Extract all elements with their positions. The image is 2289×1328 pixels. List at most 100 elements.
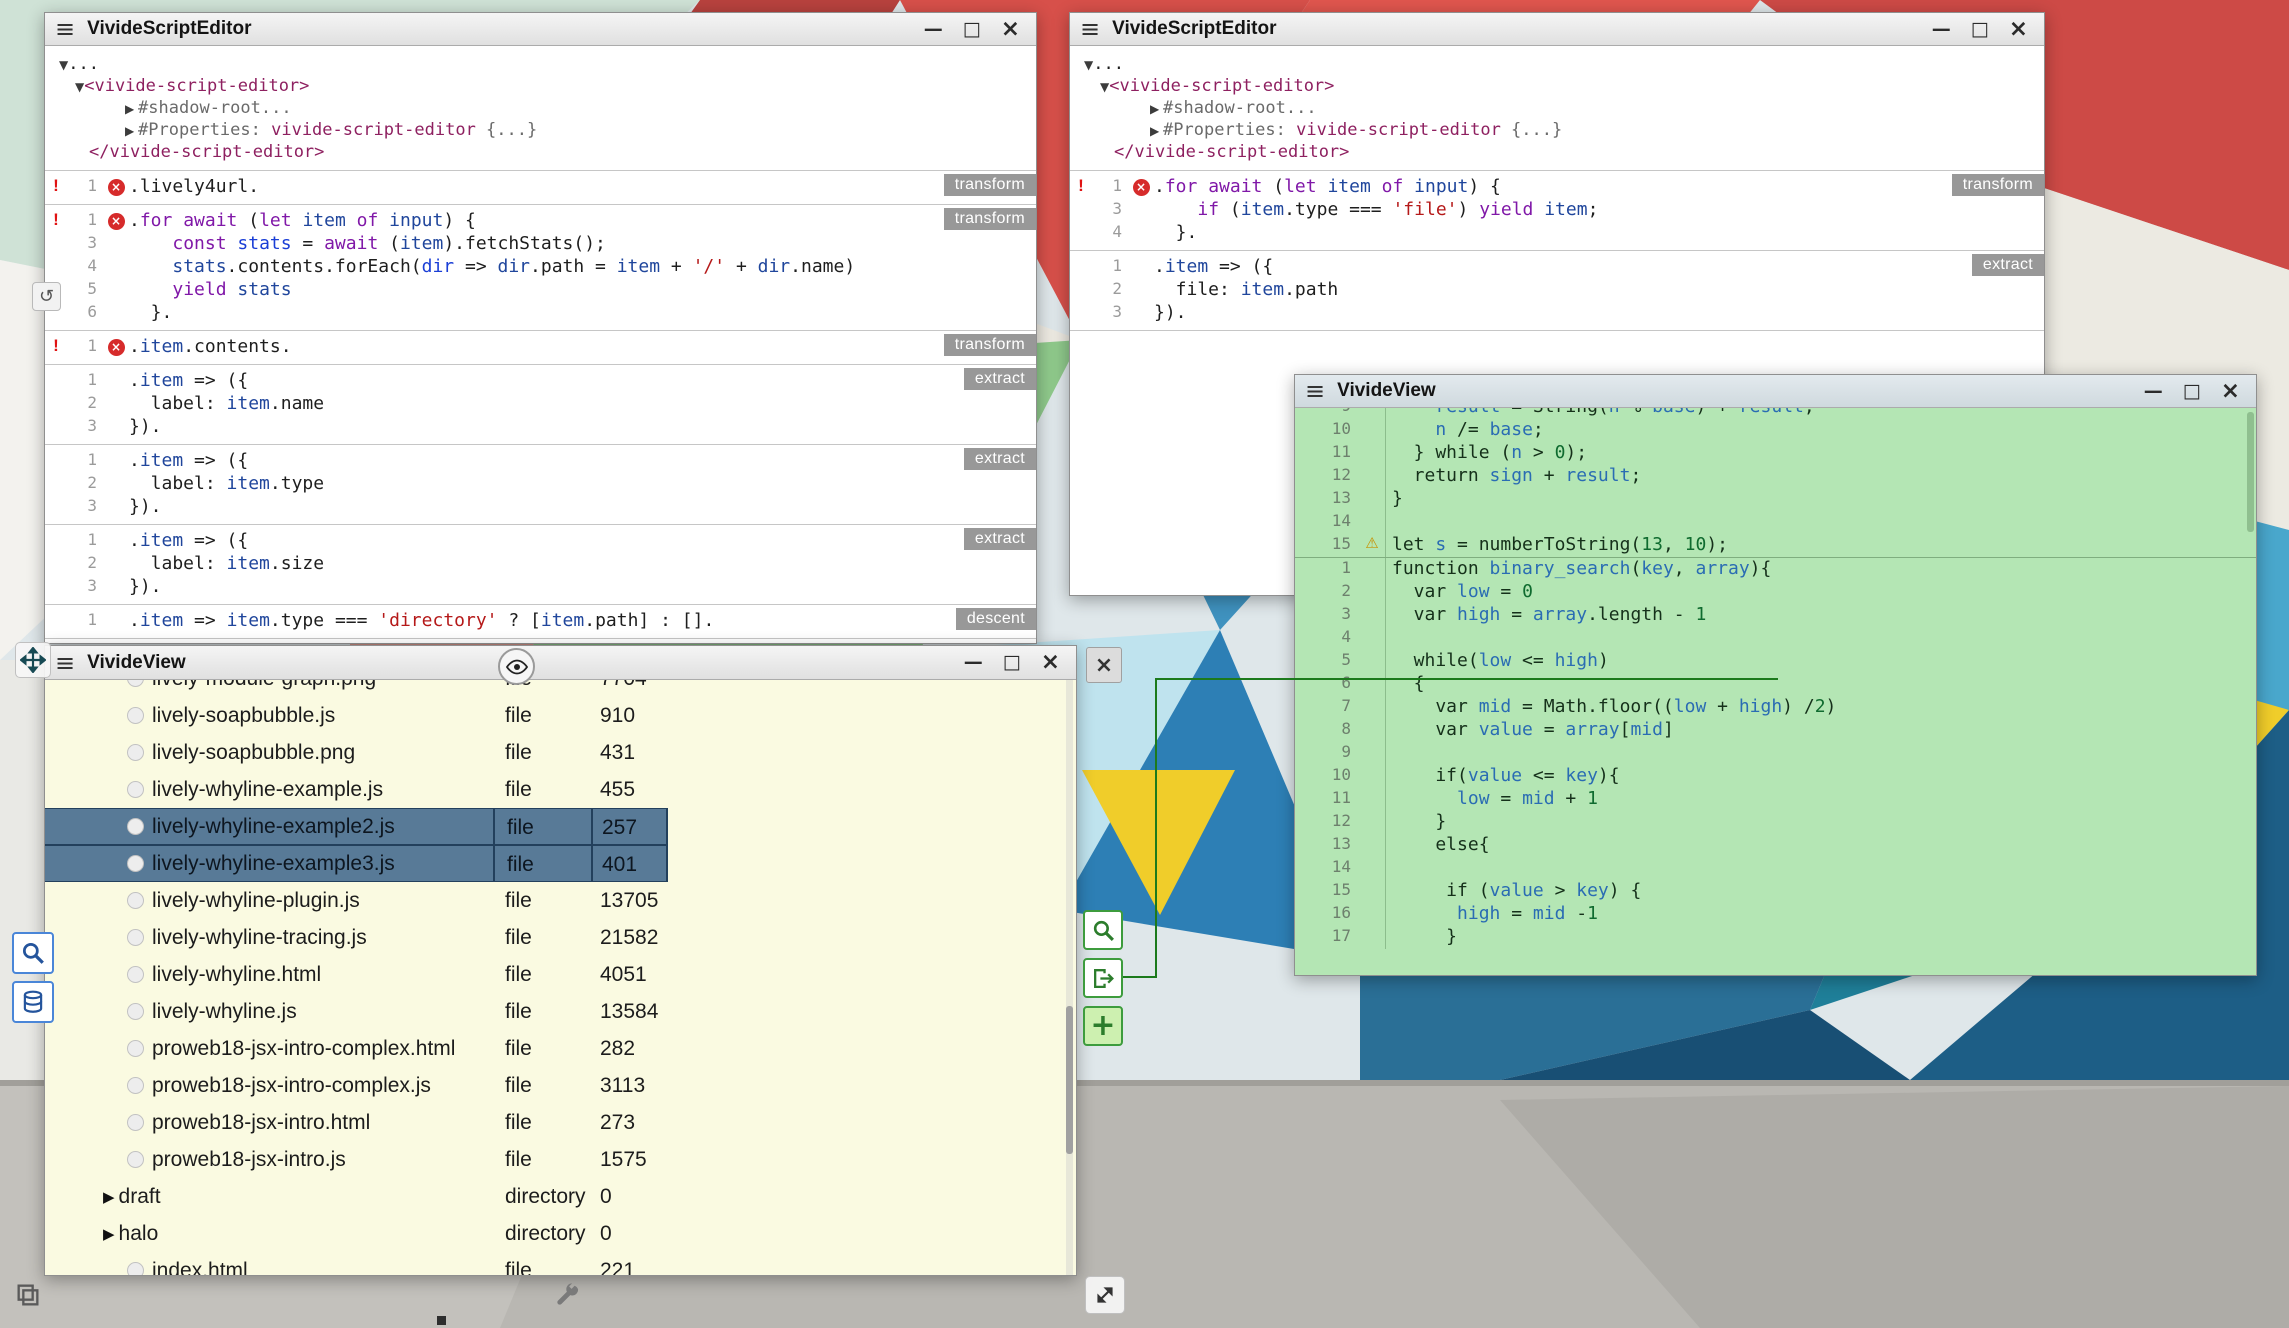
- code-line[interactable]: 3}).: [45, 496, 1036, 519]
- code-line[interactable]: 4 stats.contents.forEach(dir => dir.path…: [45, 256, 1036, 279]
- code-line[interactable]: 4 }.: [1070, 222, 2044, 245]
- code-line[interactable]: !1×.lively4url.: [45, 176, 1036, 199]
- dom-tree-node[interactable]: ▶ #Properties: vivide-script-editor {...…: [45, 120, 1036, 142]
- close-button[interactable]: ×: [1001, 18, 1020, 41]
- close-button[interactable]: ×: [2221, 380, 2240, 403]
- data-source-button[interactable]: [12, 981, 54, 1023]
- code-line[interactable]: 8 var value = array[mid]: [1295, 719, 2256, 742]
- menu-icon[interactable]: ≡: [1305, 379, 1325, 403]
- code-line[interactable]: 1function binary_search(key, array){: [1295, 558, 2256, 581]
- maximize-button[interactable]: □: [2183, 382, 2201, 401]
- code-line[interactable]: 1.item => ({: [45, 450, 1036, 473]
- close-button[interactable]: ×: [1041, 651, 1060, 674]
- code-line[interactable]: 5 yield stats: [45, 279, 1036, 302]
- code-line[interactable]: 1.item => item.type === 'directory' ? [i…: [45, 610, 1036, 633]
- code-line[interactable]: 1.item => ({: [45, 530, 1036, 553]
- minimize-button[interactable]: —: [1932, 20, 1951, 39]
- code-line[interactable]: 3 if (item.type === 'file') yield item;: [1070, 199, 2044, 222]
- code-line[interactable]: 2 label: item.type: [45, 473, 1036, 496]
- file-row[interactable]: index.htmlfile221: [45, 1252, 1076, 1275]
- code-line[interactable]: 3}).: [45, 416, 1036, 439]
- view-search-button[interactable]: [1083, 910, 1123, 950]
- file-row[interactable]: lively-whyline-example2.jsfile257: [45, 808, 1076, 845]
- search-button[interactable]: [12, 932, 54, 974]
- scrollbar-track[interactable]: [1066, 680, 1073, 1275]
- code-line[interactable]: 3 const stats = await (item).fetchStats(…: [45, 233, 1036, 256]
- file-row[interactable]: ▶halodirectory0: [45, 1215, 1076, 1252]
- file-row[interactable]: proweb18-jsx-intro.htmlfile273: [45, 1104, 1076, 1141]
- code-line[interactable]: 3}).: [1070, 302, 2044, 325]
- code-line[interactable]: 14: [1295, 511, 2256, 534]
- menu-icon[interactable]: ≡: [1080, 17, 1100, 41]
- code-line[interactable]: 13}: [1295, 488, 2256, 511]
- titlebar[interactable]: ≡ VivideScriptEditor — □ ×: [45, 13, 1036, 46]
- file-row[interactable]: lively-soapbubble.jsfile910: [45, 697, 1076, 734]
- code-line[interactable]: !1×.item.contents.: [45, 336, 1036, 359]
- dom-tree-node[interactable]: ▼<vivide-script-editor>: [45, 76, 1036, 98]
- code-line[interactable]: 2 file: item.path: [1070, 279, 2044, 302]
- code-line[interactable]: 10 if(value <= key){: [1295, 765, 2256, 788]
- code-line[interactable]: 6 }.: [45, 302, 1036, 325]
- export-target-button[interactable]: [1083, 958, 1123, 998]
- code-line[interactable]: 17 }: [1295, 926, 2256, 949]
- menu-icon[interactable]: ≡: [55, 651, 75, 675]
- dom-tree-node[interactable]: ▼...: [45, 54, 1036, 76]
- dom-tree-node[interactable]: </vivide-script-editor>: [45, 142, 1036, 164]
- dom-tree-node[interactable]: ▶ #shadow-root...: [45, 98, 1036, 120]
- file-row[interactable]: ▶draftdirectory0: [45, 1178, 1076, 1215]
- halo-resize-dot[interactable]: [437, 1316, 446, 1325]
- halo-close-button[interactable]: ×: [1086, 647, 1122, 683]
- dom-tree-node[interactable]: </vivide-script-editor>: [1070, 142, 2044, 164]
- undo-button[interactable]: ↺: [32, 282, 61, 311]
- close-button[interactable]: ×: [2009, 18, 2028, 41]
- eye-button[interactable]: [498, 648, 535, 685]
- code-line[interactable]: 12 return sign + result;: [1295, 465, 2256, 488]
- file-row[interactable]: lively-whyline-example.jsfile455: [45, 771, 1076, 808]
- code-line[interactable]: 1.item => ({: [45, 370, 1036, 393]
- code-line[interactable]: 2 label: item.name: [45, 393, 1036, 416]
- file-row[interactable]: lively-whyline.htmlfile4051: [45, 956, 1076, 993]
- scrollbar-thumb[interactable]: [1066, 1006, 1073, 1154]
- code-line[interactable]: 1.item => ({: [1070, 256, 2044, 279]
- code-line[interactable]: 12 }: [1295, 811, 2256, 834]
- code-line[interactable]: 3 var high = array.length - 1: [1295, 604, 2256, 627]
- code-line[interactable]: 2 label: item.size: [45, 553, 1036, 576]
- titlebar[interactable]: ≡ VivideView — □ ×: [1295, 375, 2256, 408]
- maximize-button[interactable]: □: [1971, 20, 1989, 39]
- code-line[interactable]: 16 high = mid -1: [1295, 903, 2256, 926]
- code-line[interactable]: 10 n /= base;: [1295, 419, 2256, 442]
- file-row[interactable]: lively-whyline-plugin.jsfile13705: [45, 882, 1076, 919]
- dom-tree-node[interactable]: ▶ #shadow-root...: [1070, 98, 2044, 120]
- titlebar[interactable]: ≡ VivideScriptEditor — □ ×: [1070, 13, 2044, 46]
- titlebar[interactable]: ≡ VivideView — □ ×: [45, 646, 1076, 680]
- file-row[interactable]: proweb18-jsx-intro.jsfile1575: [45, 1141, 1076, 1178]
- minimize-button[interactable]: —: [2144, 382, 2163, 401]
- code-line[interactable]: 14: [1295, 857, 2256, 880]
- code-line[interactable]: 13 else{: [1295, 834, 2256, 857]
- dom-tree-node[interactable]: ▶ #Properties: vivide-script-editor {...…: [1070, 120, 2044, 142]
- code-line[interactable]: 7 var mid = Math.floor((low + high) /2): [1295, 696, 2256, 719]
- minimize-button[interactable]: —: [964, 653, 983, 672]
- resize-button[interactable]: [1085, 1276, 1125, 1314]
- file-row[interactable]: lively-module-graph.pngfile7704: [45, 680, 1076, 697]
- code-line[interactable]: !1×.for await (let item of input) {: [1070, 176, 2044, 199]
- move-handle[interactable]: [15, 642, 51, 678]
- code-line[interactable]: 4: [1295, 627, 2256, 650]
- file-row[interactable]: lively-soapbubble.pngfile431: [45, 734, 1076, 771]
- dom-tree-node[interactable]: ▼<vivide-script-editor>: [1070, 76, 2044, 98]
- file-row[interactable]: lively-whyline-tracing.jsfile21582: [45, 919, 1076, 956]
- code-line[interactable]: 9: [1295, 742, 2256, 765]
- minimize-button[interactable]: —: [924, 20, 943, 39]
- maximize-button[interactable]: □: [963, 20, 981, 39]
- maximize-button[interactable]: □: [1003, 653, 1021, 672]
- menu-icon[interactable]: ≡: [55, 17, 75, 41]
- code-line[interactable]: 5 while(low <= high): [1295, 650, 2256, 673]
- code-line[interactable]: 2 var low = 0: [1295, 581, 2256, 604]
- scrollbar-thumb[interactable]: [2247, 412, 2254, 532]
- code-line[interactable]: 11 } while (n > 0);: [1295, 442, 2256, 465]
- code-line[interactable]: 6 {: [1295, 673, 2256, 696]
- code-line[interactable]: !1×.for await (let item of input) {: [45, 210, 1036, 233]
- dom-tree-node[interactable]: ▼...: [1070, 54, 2044, 76]
- file-row[interactable]: proweb18-jsx-intro-complex.jsfile3113: [45, 1067, 1076, 1104]
- code-line[interactable]: 9 result = String(n % base) + result;: [1295, 408, 2256, 419]
